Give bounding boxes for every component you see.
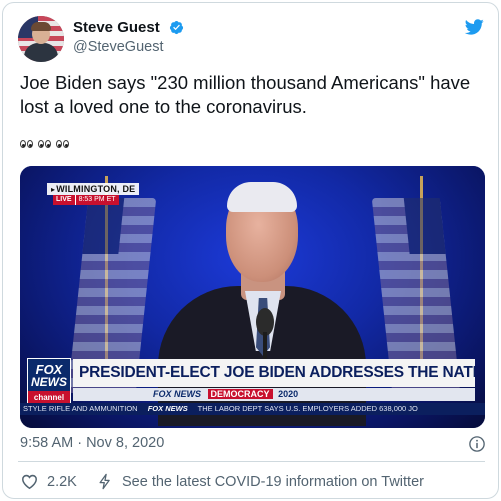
subbar-network: FOX NEWS [153,389,202,399]
tweet-timestamp[interactable]: 9:58 AM · Nov 8, 2020 [20,435,164,451]
verified-badge-icon [169,20,184,35]
twitter-logo-icon[interactable] [463,17,485,37]
subbar-tag: DEMOCRACY [207,389,273,399]
lightning-bolt-icon[interactable] [96,472,114,491]
tweet-media-image[interactable]: WILMINGTON, DE LIVE 8:53 PM ET FOX NEWS … [20,166,485,428]
heart-icon[interactable] [20,472,39,491]
emoji-row [20,137,70,157]
avatar-body [24,43,58,62]
ticker-right-text: THE LABOR DEPT SAYS U.S. EMPLOYERS ADDED… [197,404,418,413]
author-handle[interactable]: @SteveGuest [73,39,163,55]
lower-third: FOX NEWS channel PRESIDENT-ELECT JOE BID… [20,356,485,428]
tweet-card[interactable]: Steve Guest @SteveGuest Joe Biden says "… [2,2,499,499]
avatar[interactable] [18,16,64,62]
author-name[interactable]: Steve Guest [73,19,160,36]
chyron-headline: PRESIDENT-ELECT JOE BIDEN ADDRESSES THE … [73,359,475,387]
subbar-year: 2020 [278,389,299,399]
divider [18,461,485,462]
fox-news-logo: FOX NEWS channel [27,358,71,404]
eyes-emoji-icon [56,137,70,151]
covid-info-link[interactable]: See the latest COVID-19 information on T… [122,474,424,490]
live-label: LIVE [53,195,75,205]
news-ticker: STYLE RIFLE AND AMMUNITION FOX NEWS THE … [20,403,485,415]
avatar-hair [31,22,51,31]
eyes-emoji-icon [20,137,34,151]
live-badge: LIVE 8:53 PM ET [53,195,119,205]
speaker-hair [227,182,297,212]
tweet-text: Joe Biden says "230 million thousand Ame… [20,72,471,117]
live-time: 8:53 PM ET [74,195,119,205]
ticker-left-text: STYLE RIFLE AND AMMUNITION [23,404,138,413]
location-tag: WILMINGTON, DE [47,183,140,195]
info-icon[interactable] [468,435,486,453]
ticker-network: FOX NEWS [147,404,188,413]
like-count[interactable]: 2.2K [47,474,77,490]
eyes-emoji-icon [38,137,52,151]
chyron-subbar: FOX NEWS DEMOCRACY 2020 [73,388,475,401]
